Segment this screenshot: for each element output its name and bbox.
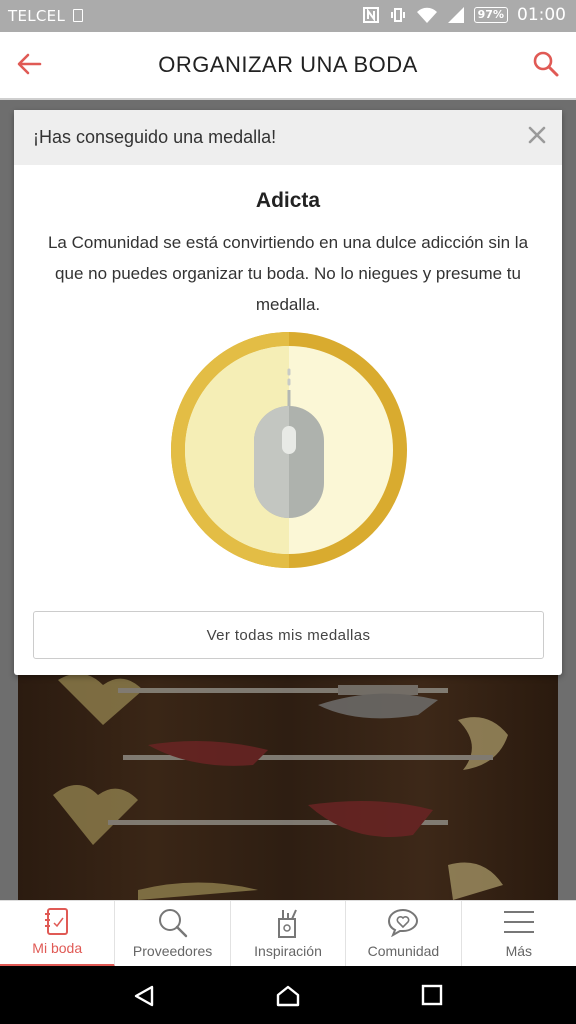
menu-icon bbox=[503, 911, 534, 933]
inspiration-icon bbox=[278, 909, 297, 938]
background-photo bbox=[18, 675, 558, 900]
carrier-label: TELCEL bbox=[8, 7, 66, 25]
medal-description: La Comunidad se está convirtiendo en una… bbox=[47, 233, 529, 314]
arrows-photo-illustration bbox=[53, 675, 508, 900]
status-bar: TELCEL 97% 01:00 bbox=[0, 0, 576, 32]
signal-icon bbox=[447, 7, 464, 23]
nav-label: Proveedores bbox=[132, 943, 213, 959]
medal-dialog: ¡Has conseguido una medalla! Adicta La C… bbox=[14, 110, 562, 675]
clock: 01:00 bbox=[517, 5, 566, 25]
nav-item-comunidad[interactable]: Comunidad bbox=[346, 901, 462, 967]
back-triangle-icon[interactable] bbox=[132, 984, 156, 1008]
view-all-medals-button[interactable]: Ver todas mis medallas bbox=[33, 611, 544, 659]
home-icon[interactable] bbox=[275, 984, 301, 1008]
search-icon[interactable] bbox=[532, 50, 560, 78]
page-title: ORGANIZAR UNA BODA bbox=[158, 52, 418, 77]
wifi-icon bbox=[416, 7, 437, 23]
system-nav-bar bbox=[0, 966, 576, 1024]
nav-label: Comunidad bbox=[367, 943, 440, 959]
search-icon bbox=[158, 909, 187, 938]
dialog-title: ¡Has conseguido una medalla! bbox=[33, 127, 277, 147]
nav-item-proveedores[interactable]: Proveedores bbox=[115, 901, 231, 967]
nav-item-mi-boda[interactable]: Mi boda bbox=[0, 901, 116, 967]
nav-label: Mi boda bbox=[32, 940, 83, 956]
app-bar: ORGANIZAR UNA BODA bbox=[0, 32, 576, 100]
medal-name: Adicta bbox=[255, 189, 321, 212]
bottom-nav: Mi boda Proveedores Inspiración Comunida… bbox=[0, 900, 576, 967]
notebook-icon bbox=[45, 908, 69, 935]
battery-indicator: 97% bbox=[473, 7, 508, 23]
chat-heart-icon bbox=[388, 908, 419, 937]
nfc-icon bbox=[362, 7, 379, 23]
close-icon[interactable] bbox=[526, 124, 548, 146]
medal-badge-icon bbox=[171, 332, 407, 568]
nav-label: Inspiración bbox=[254, 943, 322, 959]
dialog-header: ¡Has conseguido una medalla! bbox=[14, 110, 562, 165]
sim-icon bbox=[73, 9, 83, 22]
vibrate-icon bbox=[390, 8, 405, 22]
nav-item-inspiracion[interactable]: Inspiración bbox=[231, 901, 347, 967]
recents-icon[interactable] bbox=[421, 984, 443, 1006]
nav-item-mas[interactable]: Más bbox=[462, 901, 576, 967]
nav-label: Más bbox=[505, 943, 533, 959]
